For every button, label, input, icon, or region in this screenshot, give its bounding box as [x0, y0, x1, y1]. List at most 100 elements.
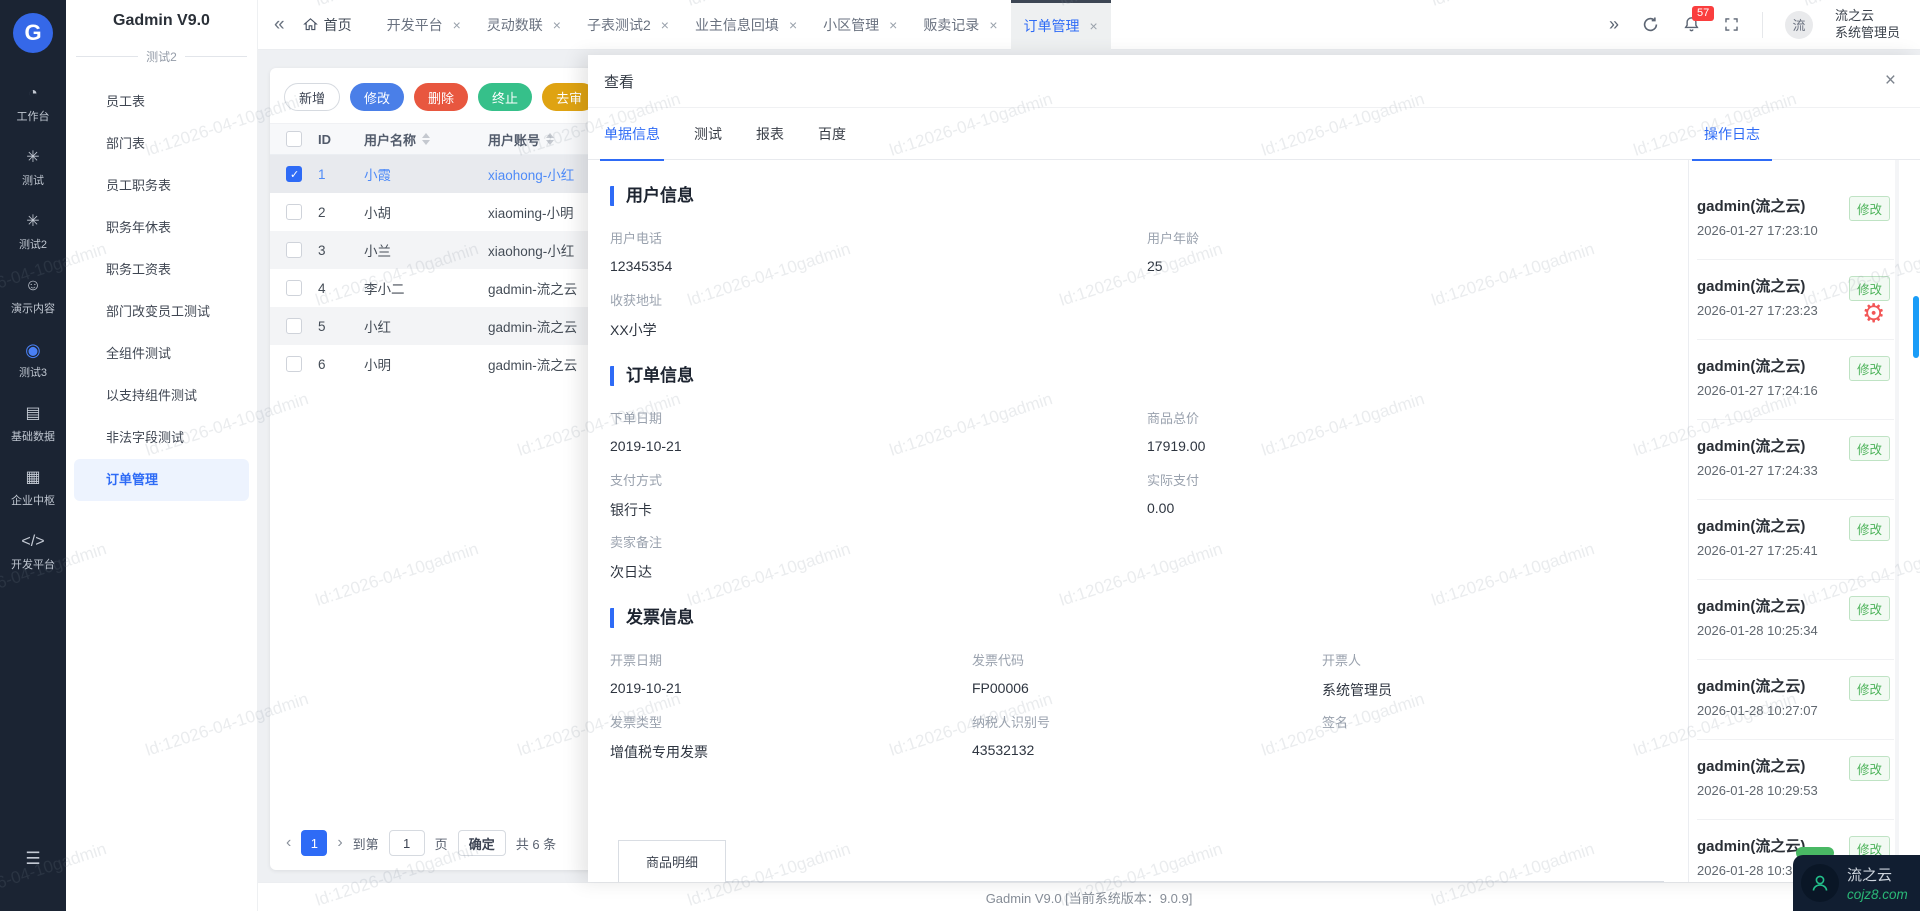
widget-text: 流之云 cojz8.com — [1847, 864, 1908, 902]
sidebar-menu-item[interactable]: 部门改变员工测试 — [66, 291, 257, 333]
goto-page-input[interactable] — [389, 830, 425, 856]
field-value: 系统管理员 — [1322, 680, 1688, 700]
section-title-user: 用户信息 — [610, 186, 1688, 206]
expand-tabs-icon[interactable]: » — [1609, 14, 1619, 35]
sidebar-group-label: 测试2 — [146, 48, 177, 65]
log-entry: gadmin(流之云) 2026-01-27 17:24:16 修改 — [1697, 340, 1894, 420]
column-header-id[interactable]: ID — [318, 132, 364, 147]
detail-tabs-baseline — [618, 881, 1664, 882]
next-page-icon[interactable]: › — [337, 834, 342, 852]
widget-site-link[interactable]: cojz8.com — [1847, 887, 1908, 902]
nav-tab[interactable]: 订单管理 × — [1011, 0, 1111, 50]
tab-product-detail[interactable]: 商品明细 — [618, 840, 726, 882]
tab-operation-log[interactable]: 操作日志 — [1692, 108, 1772, 160]
menu-fold-icon[interactable]: ☰ — [0, 849, 66, 869]
user-info[interactable]: 流之云 系统管理员 — [1835, 8, 1900, 41]
topbar-right: » 57 流 流之云 系统管理员 — [1609, 8, 1920, 41]
refresh-icon[interactable] — [1641, 15, 1660, 34]
sort-icons[interactable] — [422, 133, 430, 145]
collapse-sidebar-icon[interactable]: « — [274, 14, 285, 36]
tab-close-icon[interactable]: × — [789, 17, 797, 33]
sidebar-menu-item[interactable]: 订单管理 — [74, 459, 249, 501]
window-scrollbar-thumb[interactable] — [1913, 296, 1919, 358]
rail-menu-item[interactable]: ▦ 企业中枢 — [0, 462, 66, 526]
toolbar-button[interactable]: 删除 — [414, 83, 468, 111]
fullscreen-icon[interactable] — [1723, 16, 1740, 33]
sidebar-menu-item[interactable]: 职务工资表 — [66, 249, 257, 291]
tab-close-icon[interactable]: × — [453, 17, 461, 33]
tab-close-icon[interactable]: × — [1090, 18, 1098, 34]
toolbar-button-label: 去审 — [556, 88, 582, 107]
sidebar-item-label: 全组件测试 — [106, 346, 171, 361]
row-checkbox[interactable] — [286, 356, 302, 372]
brand-support-widget[interactable]: 流之云 cojz8.com — [1793, 855, 1920, 911]
sidebar-menu-item[interactable]: 部门表 — [66, 123, 257, 165]
rail-menu-item[interactable]: ◉ 测试3 — [0, 334, 66, 398]
toolbar-button-label: 删除 — [428, 88, 454, 107]
cell-name: 小兰 — [364, 240, 488, 260]
tab-close-icon[interactable]: × — [889, 17, 897, 33]
operation-log-panel: gadmin(流之云) 2026-01-27 17:23:10 修改 gadmi… — [1688, 160, 1920, 882]
nav-tab[interactable]: 贩卖记录 × — [910, 0, 1010, 50]
row-checkbox[interactable] — [286, 318, 302, 334]
select-all-checkbox[interactable] — [286, 131, 302, 147]
page-number-button[interactable]: 1 — [301, 830, 327, 856]
drawer-tab-label: 测试 — [694, 124, 722, 144]
sidebar-menu-item[interactable]: 员工表 — [66, 81, 257, 123]
close-icon[interactable]: × — [1885, 70, 1896, 92]
tab-close-icon[interactable]: × — [553, 17, 561, 33]
rail-menu-item[interactable]: ✳ 测试2 — [0, 206, 66, 270]
row-checkbox[interactable] — [286, 280, 302, 296]
toolbar-button[interactable]: 修改 — [350, 83, 404, 111]
nav-tab[interactable]: 小区管理 × — [810, 0, 910, 50]
field-label: 下单日期 — [610, 408, 1147, 427]
prev-page-icon[interactable]: ‹ — [286, 834, 291, 852]
theme-settings-gear-icon[interactable]: ⚙ — [1862, 300, 1885, 326]
rail-menu-item[interactable]: ✳ 测试 — [0, 142, 66, 206]
toolbar-button-label: 终止 — [492, 88, 518, 107]
tab-home[interactable]: 首页 — [303, 15, 352, 35]
form-field: 下单日期 2019-10-21 — [610, 408, 1147, 458]
row-checkbox[interactable] — [286, 166, 302, 182]
log-scrollbar-track[interactable] — [1895, 160, 1899, 882]
tab-close-icon[interactable]: × — [989, 17, 997, 33]
app-logo[interactable]: G — [13, 13, 53, 53]
rail-menu-item[interactable]: ☺ 演示内容 — [0, 270, 66, 334]
rail-menu-item[interactable]: ◔ 工作台 — [0, 78, 66, 142]
sidebar-menu-item[interactable]: 以支持组件测试 — [66, 375, 257, 417]
notification-bell-icon[interactable]: 57 — [1682, 15, 1701, 34]
tab-close-icon[interactable]: × — [661, 17, 669, 33]
rail-item-icon: ✳ — [0, 206, 66, 232]
nav-tab[interactable]: 子表测试2 × — [574, 0, 682, 50]
order-info-fields: 下单日期 2019-10-21 商品总价 17919.00 支付方式 银行卡 实… — [610, 408, 1688, 582]
rail-menu-item[interactable]: ▤ 基础数据 — [0, 398, 66, 462]
nav-tab-label: 业主信息回填 — [695, 15, 779, 35]
sidebar-item-label: 订单管理 — [106, 472, 158, 487]
drawer-tab[interactable]: 单据信息 — [604, 108, 660, 160]
toolbar-button[interactable]: 新增 — [284, 83, 340, 111]
nav-tab[interactable]: 业主信息回填 × — [682, 0, 810, 50]
toolbar-button[interactable]: 终止 — [478, 83, 532, 111]
drawer-tab[interactable]: 报表 — [756, 108, 784, 160]
confirm-page-button[interactable]: 确定 — [458, 830, 506, 856]
sidebar-menu-item[interactable]: 全组件测试 — [66, 333, 257, 375]
field-label: 商品总价 — [1147, 408, 1688, 427]
sidebar-menu-item[interactable]: 员工职务表 — [66, 165, 257, 207]
log-action-badge: 修改 — [1849, 436, 1890, 461]
support-person-icon — [1801, 864, 1839, 902]
column-header-name[interactable]: 用户名称 — [364, 130, 488, 149]
drawer-tab[interactable]: 测试 — [694, 108, 722, 160]
sidebar-menu-item[interactable]: 非法字段测试 — [66, 417, 257, 459]
user-avatar[interactable]: 流 — [1785, 11, 1813, 39]
log-timestamp: 2026-01-28 10:27:07 — [1697, 703, 1894, 718]
row-checkbox[interactable] — [286, 242, 302, 258]
rail-menu-item[interactable]: </> 开发平台 — [0, 526, 66, 590]
sidebar-menu-item[interactable]: 职务年休表 — [66, 207, 257, 249]
row-checkbox[interactable] — [286, 204, 302, 220]
sort-icons[interactable] — [546, 133, 554, 145]
nav-tab[interactable]: 开发平台 × — [374, 0, 474, 50]
log-action-badge: 修改 — [1849, 676, 1890, 701]
drawer-tab[interactable]: 百度 — [818, 108, 846, 160]
nav-tab[interactable]: 灵动数联 × — [474, 0, 574, 50]
nav-tab-label: 子表测试2 — [587, 15, 651, 35]
